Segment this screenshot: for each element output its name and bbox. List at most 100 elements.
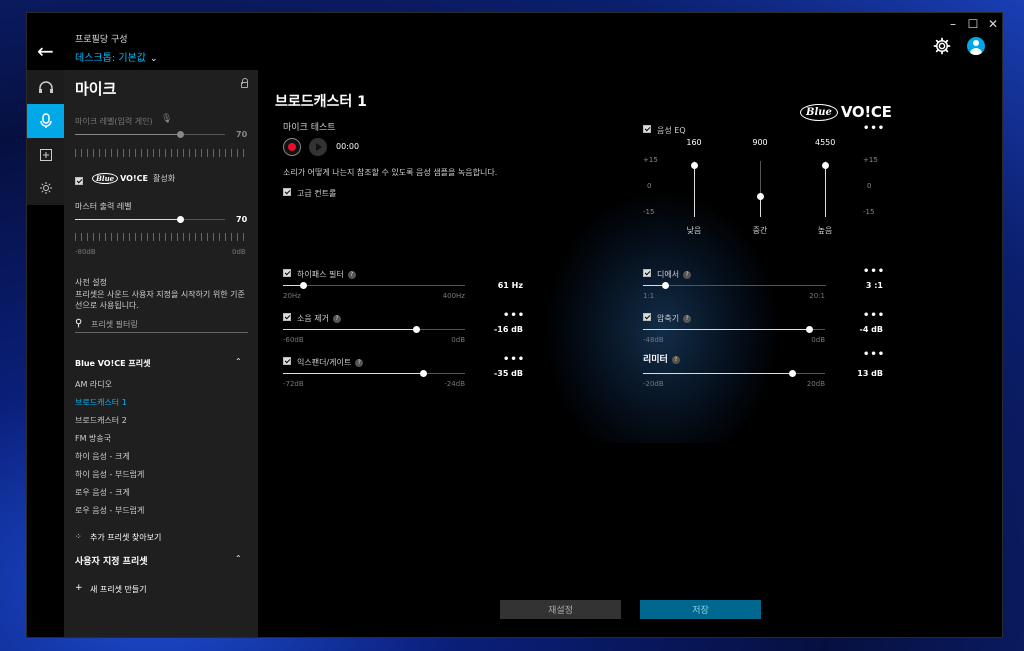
advanced-controls-label: 고급 컨트롤 xyxy=(297,189,337,198)
preset-filter-input[interactable]: 프리셋 필터링 xyxy=(91,319,138,330)
play-button[interactable] xyxy=(309,138,327,156)
mic-level-knob[interactable] xyxy=(177,131,184,138)
minimize-icon[interactable]: – xyxy=(944,17,962,31)
compressor-min-label: -48dB xyxy=(643,336,664,344)
mic-muted-icon: 🎙 xyxy=(161,114,173,124)
collapse-chevron-icon[interactable]: ⌃ xyxy=(235,357,242,366)
bluevoice-presets-heading[interactable]: Blue VO!CE 프리셋 xyxy=(75,358,150,369)
eq-band-knob[interactable] xyxy=(757,192,764,200)
preset-item[interactable]: 하이 음성 - 크게 xyxy=(75,451,130,462)
settings-gear-icon[interactable] xyxy=(933,37,951,55)
eq-band-knob[interactable] xyxy=(691,162,698,170)
custom-presets-heading[interactable]: 사용자 지정 프리셋 xyxy=(75,554,148,567)
compressor-knob[interactable] xyxy=(805,326,813,333)
save-button[interactable]: 저장 xyxy=(640,600,761,619)
eq-band-slider[interactable] xyxy=(757,161,764,217)
noise-removal-slider[interactable] xyxy=(283,326,465,333)
voice-logo-mark: VO!CE xyxy=(840,103,892,121)
limiter-slider[interactable] xyxy=(643,370,825,377)
compressor-slider[interactable] xyxy=(643,326,825,333)
highpass-min-label: 20Hz xyxy=(283,292,301,300)
device-rail xyxy=(27,70,64,205)
expander-gate-knob[interactable] xyxy=(420,370,428,377)
master-output-fill xyxy=(75,219,180,220)
filter-underline xyxy=(75,332,248,333)
eq-band-frequency: 900 xyxy=(752,138,768,147)
headphones-icon[interactable] xyxy=(27,70,64,104)
chevron-down-icon: ⌄ xyxy=(149,54,158,64)
help-icon[interactable]: ? xyxy=(683,270,692,279)
collapse-chevron-icon-2[interactable]: ⌃ xyxy=(235,554,242,563)
close-icon[interactable]: ✕ xyxy=(984,17,1002,31)
eq-scale-mid-right: 0 xyxy=(867,182,872,190)
highpass-checkbox[interactable] xyxy=(283,269,291,277)
preset-item[interactable]: 로우 음성 - 크게 xyxy=(75,487,130,498)
help-icon[interactable]: ? xyxy=(347,270,356,279)
reset-button[interactable]: 재설정 xyxy=(500,600,621,619)
mic-level-slider[interactable] xyxy=(75,131,225,138)
advanced-controls-checkbox[interactable] xyxy=(283,188,291,196)
eq-band-slider[interactable] xyxy=(691,161,698,217)
eq-band-frequency: 160 xyxy=(686,138,702,147)
add-device-icon[interactable] xyxy=(27,138,64,172)
find-more-presets-link[interactable]: 추가 프리셋 찾아보기 xyxy=(90,532,161,543)
preset-item[interactable]: 브로드캐스터 1 xyxy=(75,397,127,408)
mic-level-label: 마이크 레벨(입력 게인) xyxy=(75,117,153,126)
voice-eq-checkbox[interactable] xyxy=(643,125,651,133)
deesser-label: 디에서? xyxy=(657,269,692,280)
eq-more-icon[interactable]: ••• xyxy=(863,123,885,134)
highpass-slider[interactable] xyxy=(283,282,465,289)
recording-timer: 00:00 xyxy=(336,142,360,151)
help-icon[interactable]: ? xyxy=(332,314,341,323)
deesser-min-label: 1:1 xyxy=(643,292,655,300)
expander-gate-fill xyxy=(283,373,424,374)
master-output-value: 70 xyxy=(236,215,248,224)
expander-gate-slider[interactable] xyxy=(283,370,465,377)
record-button[interactable] xyxy=(283,138,301,156)
maximize-icon[interactable]: ☐ xyxy=(964,17,982,31)
preset-item[interactable]: FM 방송국 xyxy=(75,433,111,444)
compressor-value: -4 dB xyxy=(859,325,884,334)
preset-item[interactable]: 브로드캐스터 2 xyxy=(75,415,127,426)
eq-band-slider[interactable] xyxy=(822,161,829,217)
back-arrow-icon[interactable]: ← xyxy=(37,39,54,63)
bluevoice-checkbox[interactable] xyxy=(75,177,83,185)
new-preset-link[interactable]: 새 프리셋 만들기 xyxy=(90,584,147,595)
bluevoice-logo: Blue VO!CE xyxy=(800,99,892,125)
deesser-more-icon[interactable]: ••• xyxy=(863,266,885,277)
master-output-meter xyxy=(75,233,247,241)
lock-icon[interactable] xyxy=(241,78,248,88)
deesser-checkbox[interactable] xyxy=(643,269,651,277)
limiter-more-icon[interactable]: ••• xyxy=(863,349,885,360)
master-min-label: -80dB xyxy=(75,248,96,256)
noise-removal-knob[interactable] xyxy=(412,326,420,333)
highpass-knob[interactable] xyxy=(300,282,308,289)
expander-gate-more-icon[interactable]: ••• xyxy=(503,354,525,365)
noise-removal-checkbox[interactable] xyxy=(283,313,291,321)
highpass-label-text: 하이패스 필터 xyxy=(297,270,344,279)
lighting-icon[interactable] xyxy=(27,171,64,205)
preset-item[interactable]: 로우 음성 - 부드럽게 xyxy=(75,505,144,516)
expander-gate-checkbox[interactable] xyxy=(283,357,291,365)
master-output-knob[interactable] xyxy=(177,216,184,223)
help-icon[interactable]: ? xyxy=(671,355,680,364)
plus-icon: + xyxy=(75,583,83,593)
preset-item[interactable]: 하이 음성 - 부드럽게 xyxy=(75,469,144,480)
noise-removal-more-icon[interactable]: ••• xyxy=(503,310,525,321)
master-max-label: 0dB xyxy=(232,248,246,256)
master-output-slider[interactable] xyxy=(75,216,225,223)
deesser-slider[interactable] xyxy=(643,282,826,289)
help-icon[interactable]: ? xyxy=(683,314,692,323)
microphone-icon[interactable] xyxy=(27,104,64,138)
help-icon[interactable]: ? xyxy=(355,358,364,367)
preset-item[interactable]: AM 라디오 xyxy=(75,379,112,390)
master-output-label: 마스터 출력 레벨 xyxy=(75,202,132,211)
limiter-knob[interactable] xyxy=(789,370,797,377)
eq-band-knob[interactable] xyxy=(822,162,829,170)
compressor-more-icon[interactable]: ••• xyxy=(863,310,885,321)
compressor-checkbox[interactable] xyxy=(643,313,651,321)
expander-gate-label-text: 익스팬더/게이트 xyxy=(297,358,352,367)
user-account-icon[interactable] xyxy=(967,37,985,55)
deesser-knob[interactable] xyxy=(661,282,669,289)
profile-selector[interactable]: 데스크톱: 기본값 ⌄ xyxy=(75,49,158,64)
